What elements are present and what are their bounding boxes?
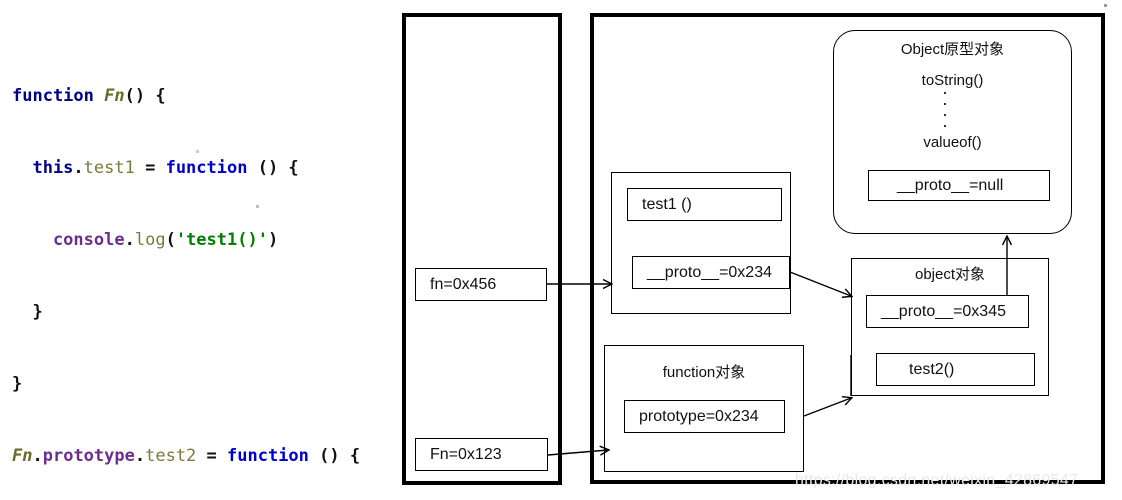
code-token: . <box>124 230 135 250</box>
code-token: () { <box>124 86 166 106</box>
code-token: Fn <box>104 86 125 106</box>
object-slot-test2-label: test2() <box>909 360 955 378</box>
code-token: . <box>134 446 146 466</box>
object-prototype-slot-proto[interactable]: __proto__=null <box>868 170 1050 201</box>
object-slot-proto[interactable]: __proto__=0x345 <box>866 295 1029 328</box>
function-slot-prototype[interactable]: prototype=0x234 <box>624 400 785 433</box>
object-slot-test2[interactable]: test2() <box>876 353 1035 386</box>
instance-slot-test1[interactable]: test1 () <box>627 188 782 221</box>
code-token: test2 <box>145 446 197 466</box>
instance-slot-test1-label: test1 () <box>642 195 692 213</box>
object-object-title: object对象 <box>914 266 986 283</box>
speck <box>196 150 199 153</box>
code-token: function <box>12 86 105 106</box>
code-line: this.test1 = function () { <box>12 156 402 180</box>
code-token: = <box>134 158 166 178</box>
code-token: log <box>134 230 166 250</box>
stack-entry-Fn-label: Fn=0x123 <box>430 445 502 463</box>
code-line: Fn.prototype.test2 = function () { <box>12 444 402 468</box>
stack-entry-fn[interactable]: fn=0x456 <box>415 268 547 301</box>
speck <box>256 205 259 208</box>
code-token: } <box>12 374 23 394</box>
stack-frame <box>402 13 562 485</box>
code-token: 'test1()' <box>175 230 268 250</box>
code-line: console.log('test1()') <box>12 228 402 252</box>
code-line: } <box>12 300 402 324</box>
code-token: . <box>73 158 84 178</box>
code-listing: function Fn() { this.test1 = function ()… <box>12 36 402 500</box>
instance-slot-proto[interactable]: __proto__=0x234 <box>632 256 790 289</box>
stack-entry-fn-label: fn=0x456 <box>430 275 497 293</box>
code-token: () { <box>247 158 299 178</box>
object-prototype-slot-proto-label: __proto__=null <box>897 176 1004 194</box>
instance-slot-proto-label: __proto__=0x234 <box>647 263 772 281</box>
code-token: = <box>196 446 228 466</box>
speck <box>1104 4 1107 7</box>
code-token: console <box>12 230 125 250</box>
code-token: function <box>165 158 248 178</box>
code-token: prototype <box>42 446 135 466</box>
code-line: function Fn() { <box>12 84 402 108</box>
code-token: ) <box>267 230 279 250</box>
function-object-title: function对象 <box>662 364 746 381</box>
object-prototype-title: Object原型对象 <box>900 41 1005 58</box>
code-token: function <box>227 446 309 466</box>
code-token: Fn <box>12 446 33 466</box>
stack-entry-Fn[interactable]: Fn=0x123 <box>415 438 548 471</box>
code-token: this <box>12 158 74 178</box>
function-slot-prototype-label: prototype=0x234 <box>639 407 759 425</box>
object-prototype-member-valueof: valueof() <box>923 134 982 151</box>
code-token: () { <box>308 446 361 466</box>
object-prototype-member-tostring: toString() <box>921 72 984 89</box>
diagram-canvas: function Fn() { this.test1 = function ()… <box>0 0 1122 500</box>
code-token: } <box>12 302 43 322</box>
code-token: . <box>32 446 43 466</box>
code-token: ( <box>165 230 176 250</box>
object-prototype-box[interactable] <box>833 30 1072 234</box>
code-line: } <box>12 372 402 396</box>
object-slot-proto-label: __proto__=0x345 <box>881 302 1006 320</box>
code-token: test1 <box>83 158 135 178</box>
watermark: https://blog.csdn.net/weixin_42869547 <box>795 472 1079 489</box>
